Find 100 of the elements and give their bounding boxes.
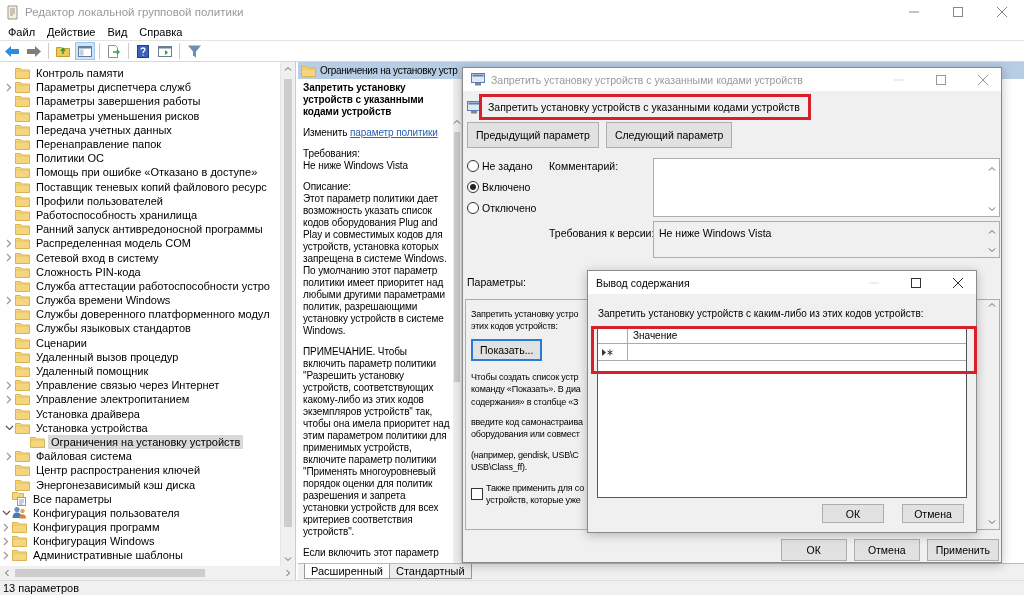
nav-button[interactable]: Предыдущий параметр bbox=[467, 122, 599, 148]
tree-item[interactable]: Удаленный вызов процедур bbox=[0, 349, 280, 364]
tree-item[interactable]: Файловая система bbox=[0, 449, 280, 464]
close-icon[interactable] bbox=[953, 277, 963, 288]
chevron-right-icon[interactable] bbox=[6, 394, 12, 404]
tree-item[interactable]: Параметры уменьшения рисков bbox=[0, 108, 280, 123]
chevron-right-icon[interactable] bbox=[6, 253, 12, 263]
tree-item[interactable]: Службы языковых стандартов bbox=[0, 321, 280, 336]
folder-icon bbox=[15, 464, 30, 477]
tree-item[interactable]: Перенаправление папок bbox=[0, 136, 280, 152]
scroll-down-icon[interactable] bbox=[988, 248, 996, 253]
description-text: Если включить этот параметр bbox=[303, 547, 440, 559]
description-scrollbar[interactable] bbox=[453, 79, 461, 563]
chevron-right-icon[interactable] bbox=[3, 522, 9, 532]
menu-item[interactable]: Вид bbox=[101, 26, 134, 38]
tree-item[interactable]: Ранний запуск антивредоносной программы bbox=[0, 222, 280, 237]
tree-item[interactable]: Служба времени Windows bbox=[0, 293, 280, 308]
tree-item[interactable]: Помощь при ошибке «Отказано в доступе» bbox=[0, 165, 280, 180]
scroll-up-icon[interactable] bbox=[988, 166, 996, 171]
tree-item[interactable]: Конфигурация Windows bbox=[0, 534, 280, 549]
tree-item[interactable]: Центр распространения ключей bbox=[0, 463, 280, 478]
scroll-up-icon[interactable] bbox=[988, 302, 996, 307]
tree-item[interactable]: Управление связью через Интернет bbox=[0, 378, 280, 393]
tree-item[interactable]: Распределенная модель COM bbox=[0, 236, 280, 251]
vertical-scrollbar[interactable] bbox=[280, 62, 295, 566]
folder-icon bbox=[15, 81, 30, 94]
tree-item[interactable]: Все параметры bbox=[0, 491, 280, 506]
scroll-down-icon[interactable] bbox=[284, 557, 292, 562]
scroll-down-icon[interactable] bbox=[988, 520, 996, 525]
maximize-icon[interactable] bbox=[911, 277, 921, 288]
scroll-right-icon[interactable] bbox=[286, 569, 291, 577]
tree-item[interactable]: Установка драйвера bbox=[0, 406, 280, 421]
window-title: Редактор локальной групповой политики bbox=[25, 6, 245, 18]
tree-item[interactable]: Служба аттестации работоспособности устро bbox=[0, 278, 280, 293]
tree-item[interactable]: Сценарии bbox=[0, 335, 280, 350]
chevron-right-icon[interactable] bbox=[6, 380, 12, 390]
folder-icon bbox=[12, 549, 27, 562]
chevron-right-icon[interactable] bbox=[6, 451, 12, 461]
tree-item[interactable]: Удаленный помощник bbox=[0, 363, 280, 379]
chevron-right-icon[interactable] bbox=[6, 295, 12, 305]
folder-icon bbox=[15, 194, 30, 207]
tree-item[interactable]: Административные шаблоны bbox=[0, 548, 280, 563]
folder-icon bbox=[15, 294, 30, 307]
dialog-button[interactable]: ОК bbox=[822, 504, 884, 523]
description-text: ПРИМЕЧАНИЕ. Чтобы включить параметр политики "Разрешить установку устройств, соответствующих какому-либо из этих кодов экземпляров устройств" так, чтобы она имела приоритет над этим параметром политики для применимых устройств, включите параметр политики "Применять многоуровневый порядок оценки для политик разрешения и запрета установки устройств для всех критериев соответствия устройств". bbox=[303, 346, 451, 538]
tree-item[interactable]: Конфигурация пользователя bbox=[0, 505, 280, 520]
requirements-text: Требования: Не ниже Windows Vista bbox=[303, 148, 409, 172]
view-tab[interactable]: Стандартный bbox=[389, 564, 472, 579]
folder-icon bbox=[15, 251, 30, 264]
menu-item[interactable]: Файл bbox=[2, 26, 42, 38]
edit-policy-link[interactable]: параметр политики bbox=[350, 127, 438, 138]
comment-field[interactable] bbox=[653, 158, 1000, 217]
dialog-title: Вывод содержания bbox=[596, 276, 691, 289]
tree-item[interactable]: Поставщик теневых копий файлового ресурс bbox=[0, 179, 280, 194]
apply-checkbox[interactable]: Также применить для со устройств, которые уже bbox=[471, 481, 585, 507]
tree-item[interactable]: Управление электропитанием bbox=[0, 392, 280, 407]
dialog-button[interactable]: Применить bbox=[926, 539, 999, 561]
scroll-up-icon[interactable] bbox=[453, 119, 461, 124]
folder-icon bbox=[15, 180, 30, 193]
dialog-button[interactable]: ОК bbox=[780, 539, 847, 561]
tree-item[interactable]: Службы доверенного платформенного модул bbox=[0, 307, 280, 322]
show-button[interactable]: Показать... bbox=[471, 338, 543, 361]
scroll-up-icon[interactable] bbox=[988, 229, 996, 234]
view-tab[interactable]: Расширенный bbox=[304, 564, 390, 579]
tree-item[interactable]: Профили пользователей bbox=[0, 193, 280, 208]
tree-item[interactable]: Конфигурация программ bbox=[0, 520, 280, 535]
nav-button[interactable]: Следующий параметр bbox=[605, 122, 733, 148]
tree-item[interactable]: Передача учетных данных bbox=[0, 122, 280, 137]
folder-icon bbox=[15, 138, 30, 151]
chevron-right-icon[interactable] bbox=[3, 550, 9, 560]
chevron-right-icon[interactable] bbox=[3, 536, 9, 546]
menu-item[interactable]: Действие bbox=[41, 26, 102, 38]
tree-item[interactable]: Энергонезависимый кэш диска bbox=[0, 477, 280, 492]
tree-item[interactable]: Сложность PIN-кода bbox=[0, 264, 280, 279]
tree-item[interactable]: Работоспособность хранилища bbox=[0, 207, 280, 223]
scroll-left-icon[interactable] bbox=[4, 569, 9, 577]
scroll-up-icon[interactable] bbox=[284, 66, 292, 71]
folder-icon bbox=[12, 535, 27, 548]
help-text: Чтобы создать список устр команду «Показать». В диа содержания» в столбце «З bbox=[471, 370, 581, 409]
chevron-down-icon[interactable] bbox=[4, 424, 14, 431]
tree-item[interactable]: Параметры диспетчера служб bbox=[0, 80, 280, 95]
folder-icon bbox=[301, 64, 316, 77]
menu-item[interactable]: Справка bbox=[133, 26, 189, 38]
tree-item[interactable]: Сетевой вход в систему bbox=[0, 250, 280, 265]
tree-item[interactable]: Контроль памяти bbox=[0, 66, 280, 81]
tree-item[interactable]: Установка устройства bbox=[0, 420, 280, 435]
folder-icon bbox=[15, 379, 30, 392]
state-radio[interactable]: Отключено bbox=[467, 202, 549, 214]
scroll-down-icon[interactable] bbox=[988, 207, 996, 212]
chevron-right-icon[interactable] bbox=[6, 82, 12, 92]
chevron-right-icon[interactable] bbox=[6, 238, 12, 248]
tree-item[interactable]: Политики ОС bbox=[0, 151, 280, 166]
horizontal-scrollbar[interactable] bbox=[0, 566, 295, 580]
dialog-button[interactable]: Отмена bbox=[902, 504, 964, 523]
state-radio[interactable]: Не задано bbox=[467, 160, 549, 172]
chevron-down-icon[interactable] bbox=[1, 509, 11, 516]
tree-toggle-button[interactable] bbox=[75, 42, 95, 60]
dialog-button[interactable]: Отмена bbox=[853, 539, 920, 561]
state-radio[interactable]: Включено bbox=[467, 181, 549, 193]
tree-item[interactable]: Параметры завершения работы bbox=[0, 94, 280, 109]
